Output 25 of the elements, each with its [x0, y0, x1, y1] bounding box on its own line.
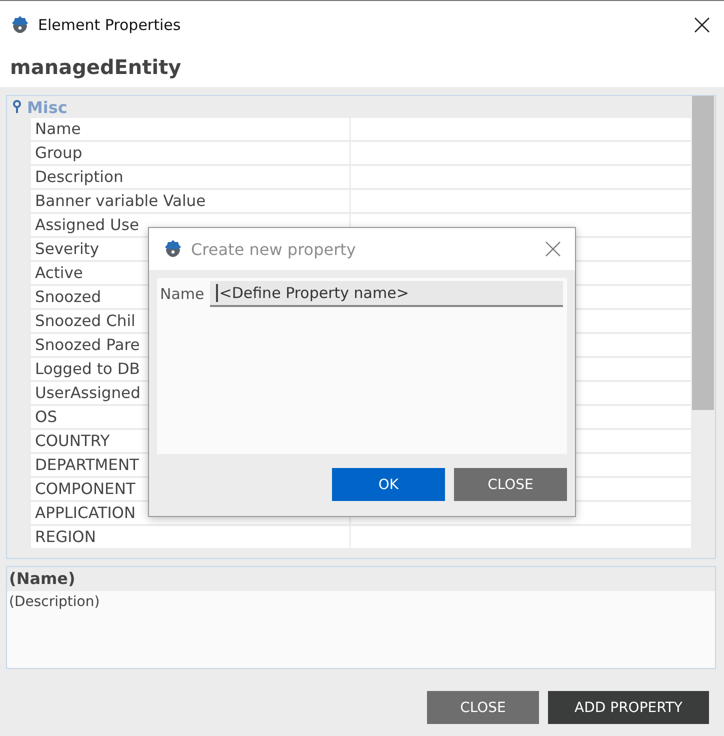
description-title: (Name): [7, 567, 715, 591]
property-value-cell[interactable]: [349, 118, 691, 140]
category-label: Misc: [27, 98, 68, 116]
app-logo-icon: [10, 15, 30, 35]
property-name: Banner variable Value: [31, 190, 349, 212]
property-name: Description: [31, 166, 349, 188]
property-name: Name: [31, 118, 349, 140]
add-property-button[interactable]: ADD PROPERTY: [548, 691, 709, 724]
app-logo-icon: [163, 239, 183, 259]
property-name: REGION: [31, 526, 349, 548]
property-name: Group: [31, 142, 349, 164]
description-text: (Description): [8, 593, 101, 612]
close-button[interactable]: CLOSE: [454, 468, 567, 501]
property-value-cell[interactable]: [349, 166, 691, 188]
ok-button[interactable]: OK: [332, 468, 445, 501]
entity-heading: managedEntity: [0, 49, 724, 87]
property-value-cell[interactable]: [349, 190, 691, 212]
property-value-cell[interactable]: [349, 526, 691, 548]
property-value-cell[interactable]: [349, 142, 691, 164]
pin-icon[interactable]: [13, 100, 21, 114]
field-label: Name: [160, 284, 204, 305]
close-button[interactable]: CLOSE: [427, 691, 539, 724]
property-name-field[interactable]: <Define Property name>: [210, 281, 563, 307]
close-icon[interactable]: [694, 17, 710, 33]
window-title: Element Properties: [38, 16, 182, 34]
